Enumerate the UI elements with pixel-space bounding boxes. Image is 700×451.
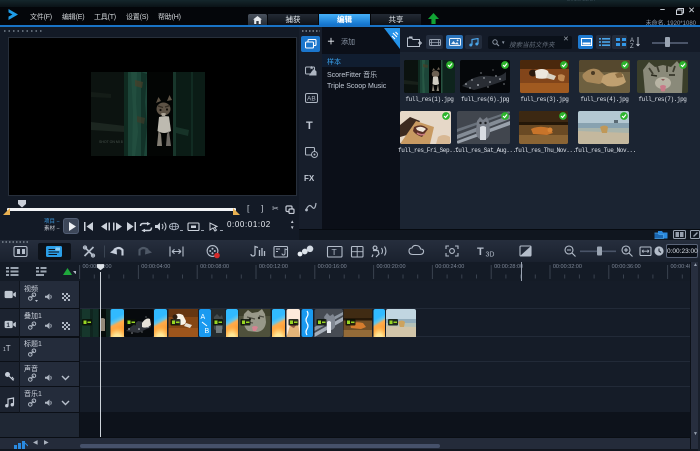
- svg-text:SHOT ON MI 8: SHOT ON MI 8: [99, 140, 123, 144]
- svg-text:T: T: [477, 246, 484, 258]
- svg-text:A: A: [201, 314, 206, 321]
- svg-text:T: T: [332, 247, 337, 257]
- svg-text:Z: Z: [630, 44, 634, 48]
- svg-text:B: B: [205, 328, 210, 335]
- svg-text:1: 1: [6, 322, 10, 329]
- svg-text:3D: 3D: [486, 252, 495, 259]
- svg-text:AB: AB: [307, 96, 316, 103]
